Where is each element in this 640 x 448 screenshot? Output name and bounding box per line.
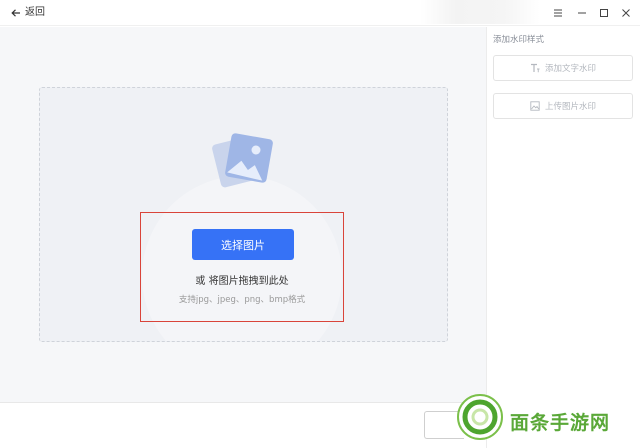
close-icon: [622, 9, 630, 17]
select-image-button[interactable]: 选择图片: [192, 229, 294, 260]
image-icon: [530, 101, 540, 111]
minimize-icon: [578, 12, 586, 14]
upload-image-watermark-button[interactable]: 上传图片水印: [493, 93, 633, 119]
upload-image-watermark-label: 上传图片水印: [544, 102, 596, 112]
close-button[interactable]: [618, 5, 634, 21]
blurred-region: [420, 0, 540, 24]
menu-icon: [554, 9, 562, 17]
bottom-bar: [0, 402, 486, 448]
site-watermark-text: 面条手游网: [510, 412, 611, 434]
drop-zone[interactable]: 选择图片 或 将图片拖拽到此处 支持jpg、jpeg、png、bmp格式: [39, 87, 448, 342]
minimize-button[interactable]: [574, 5, 590, 21]
watermark-style-panel: 添加水印样式 添加文字水印 上传图片水印: [486, 27, 640, 448]
add-text-watermark-label: 添加文字水印: [544, 64, 596, 74]
drag-hint: 或 将图片拖拽到此处: [195, 276, 289, 287]
image-placeholder-icon: [212, 133, 273, 188]
back-button[interactable]: 返回: [10, 6, 45, 20]
arrow-left-icon: [11, 9, 20, 17]
maximize-button[interactable]: [596, 5, 612, 21]
text-icon: [530, 63, 540, 73]
add-text-watermark-button[interactable]: 添加文字水印: [493, 55, 633, 81]
title-bar: 返回: [0, 0, 640, 26]
workspace: 选择图片 或 将图片拖拽到此处 支持jpg、jpeg、png、bmp格式: [0, 27, 486, 402]
supported-formats: 支持jpg、jpeg、png、bmp格式: [178, 295, 306, 305]
site-logo-icon: [457, 394, 503, 440]
maximize-icon: [600, 9, 608, 17]
menu-button[interactable]: [550, 5, 566, 21]
panel-title: 添加水印样式: [493, 35, 545, 45]
back-label: 返回: [25, 7, 45, 18]
